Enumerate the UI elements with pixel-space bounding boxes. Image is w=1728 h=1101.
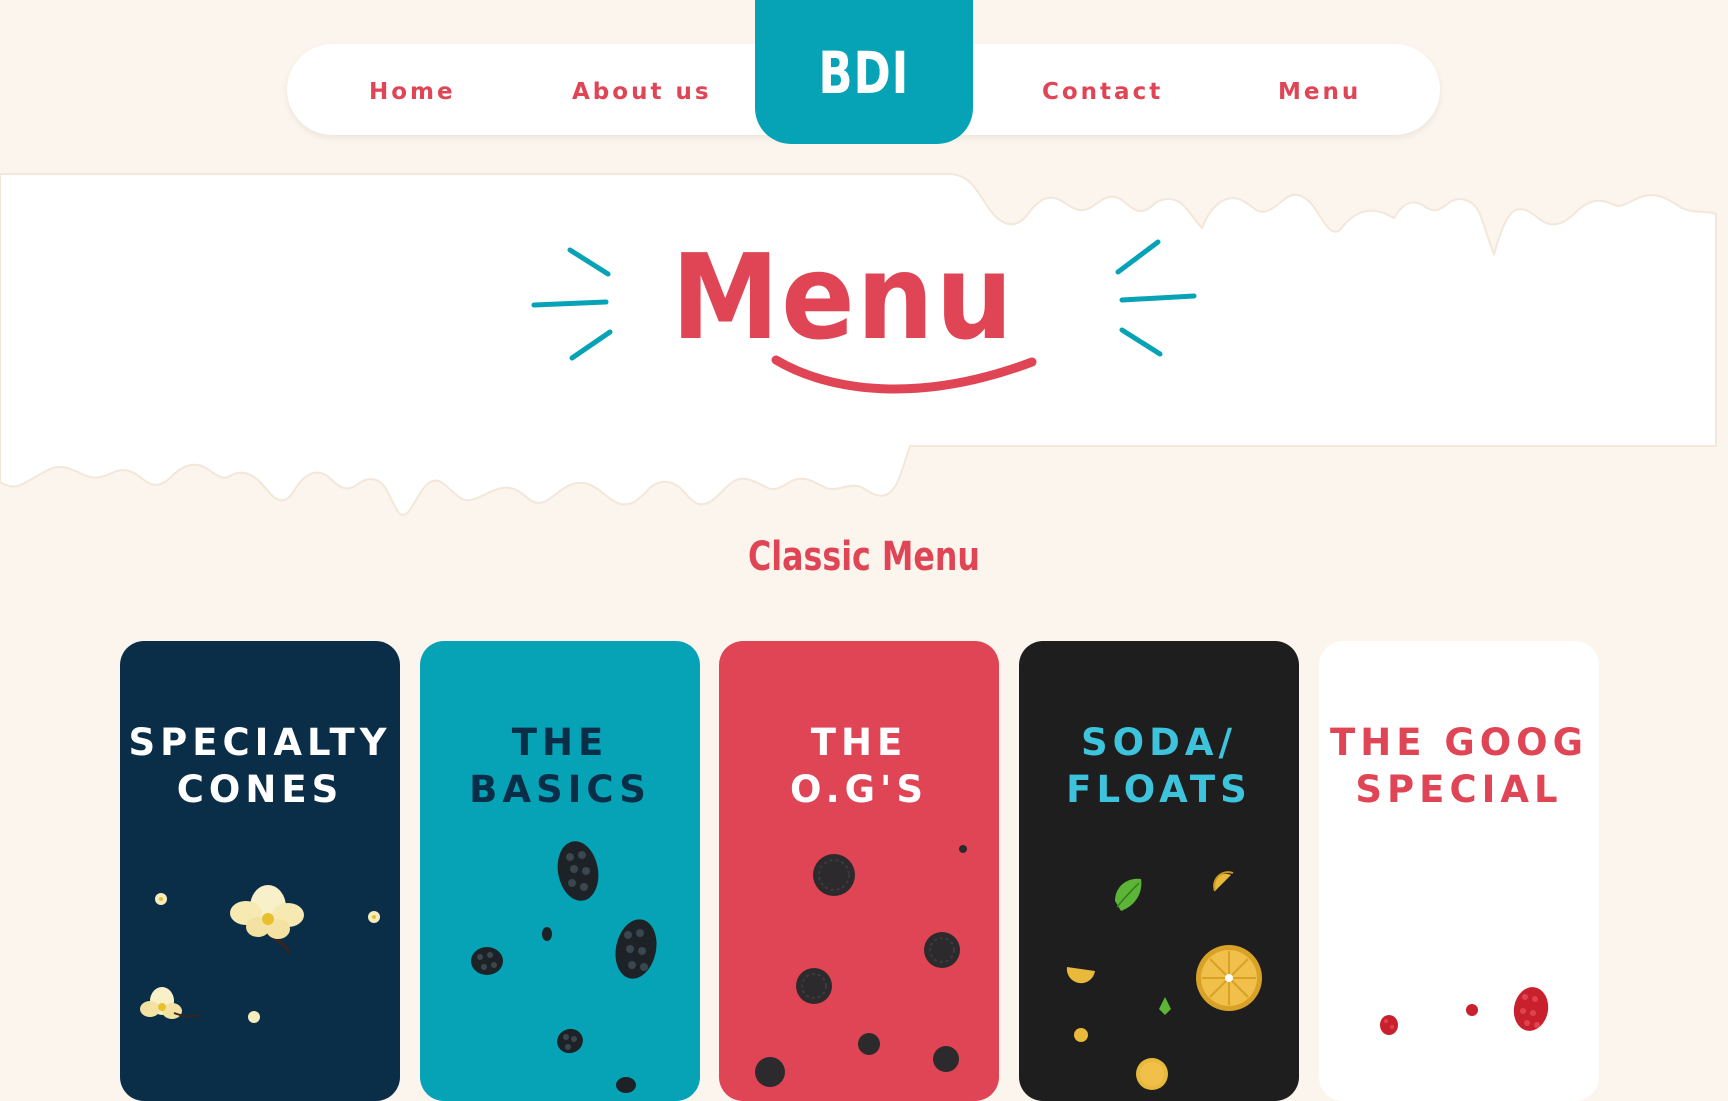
nav-about-link[interactable]: About us [572, 76, 712, 108]
title-swoosh-icon [771, 355, 1037, 394]
menu-card-the-basics[interactable]: THE BASICS [420, 641, 700, 1101]
raspberry-icon [1466, 1004, 1478, 1016]
blackberry-icon [557, 841, 599, 901]
cookie-icon [858, 1033, 880, 1055]
nav-home-link[interactable]: Home [369, 76, 456, 108]
raspberry-icon [1513, 987, 1549, 1031]
nav-contact-link[interactable]: Contact [1042, 76, 1163, 108]
menu-card-soda-floats[interactable]: SODA/ FLOATS [1019, 641, 1299, 1101]
menu-card-the-ogs[interactable]: THE O.G'S [719, 641, 999, 1101]
orange-slice-icon [1196, 945, 1262, 1011]
vanilla-flower-icon [230, 885, 304, 954]
mint-leaf-icon [1159, 997, 1171, 1015]
raspberry-icon [1380, 1015, 1398, 1035]
cookie-icon [959, 845, 967, 853]
left-burst-lines-icon [531, 247, 613, 361]
blackberry-icon [615, 919, 657, 979]
citrus-mint-icons [1066, 871, 1262, 1090]
card-title: THE O.G'S [789, 721, 929, 811]
menu-card-specialty-cones[interactable]: SPECIALTY CONES [120, 641, 400, 1101]
lemon-slice-icon [1136, 1058, 1168, 1090]
card-title: THE GOOG SPECIAL [1329, 721, 1588, 811]
vanilla-flower-icons [140, 885, 380, 1023]
logo-text: BDI [818, 39, 910, 107]
blackberry-icon [557, 1028, 583, 1054]
logo-link[interactable]: BDI [755, 0, 973, 144]
vanilla-flower-small-icon [368, 911, 380, 923]
raspberry-icons [1380, 987, 1549, 1035]
cookie-icon [813, 854, 855, 896]
blackberry-icon [542, 927, 552, 941]
blackberry-icons [471, 841, 657, 1093]
menu-card-the-goog-special[interactable]: THE GOOG SPECIAL [1319, 641, 1599, 1101]
lemon-slice-icon [1213, 871, 1234, 892]
card-title: SPECIALTY CONES [128, 721, 392, 811]
vanilla-flower-small-icon [155, 893, 167, 905]
blackberry-icon [471, 947, 503, 975]
blackberry-icon [616, 1077, 636, 1093]
cookie-icon [755, 1057, 785, 1087]
cookie-icon [796, 968, 832, 1004]
card-title: SODA/ FLOATS [1066, 721, 1252, 811]
mint-leaf-icon [1115, 878, 1142, 911]
vanilla-flower-small-icon [248, 1011, 260, 1023]
right-burst-lines-icon [1115, 239, 1197, 357]
page-title: Menu [671, 228, 1015, 366]
cookie-icons [755, 845, 967, 1087]
card-title: THE BASICS [469, 721, 651, 811]
vanilla-flower-icon [140, 987, 201, 1019]
cookie-icon [924, 932, 960, 968]
cookie-icon [933, 1046, 959, 1072]
section-title: Classic Menu [748, 534, 980, 580]
nav-menu-link[interactable]: Menu [1278, 76, 1361, 108]
lemon-slice-icon [1066, 967, 1095, 984]
lemon-slice-icon [1074, 1028, 1088, 1042]
